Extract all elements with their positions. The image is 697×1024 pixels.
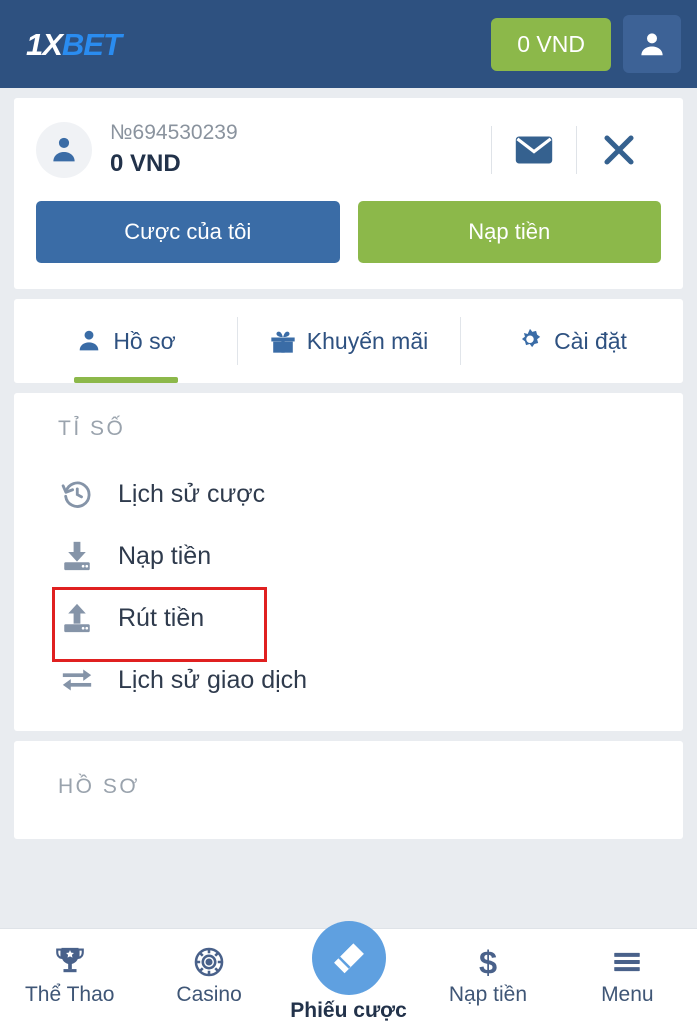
hamburger-icon	[610, 939, 644, 979]
nav-item-label: Thể Thao	[24, 983, 115, 1006]
tab-settings-label: Cài đặt	[554, 327, 627, 354]
dollar-icon: $	[471, 939, 505, 979]
account-text-group: №694530239 0 VND	[110, 120, 238, 179]
menu-item-label: Lịch sử giao dịch	[118, 665, 308, 694]
account-actions	[491, 125, 661, 174]
menu-item-withdraw[interactable]: Rút tiền	[14, 587, 683, 663]
account-card: №694530239 0 VND Cược của tôi Nạp tiền	[14, 98, 683, 290]
tab-profile[interactable]: Hồ sơ	[14, 299, 237, 384]
nav-item-label: Nạp tiền	[448, 983, 528, 1006]
gear-icon	[522, 329, 541, 348]
nav-item-label: Casino	[176, 983, 242, 1006]
svg-text:$: $	[479, 945, 497, 979]
account-summary-row: №694530239 0 VND	[36, 120, 661, 179]
avatar	[36, 121, 92, 178]
menu-item-label: Lịch sử cược	[118, 479, 266, 508]
nav-item-menu[interactable]: Menu	[558, 939, 697, 1007]
envelope-icon	[515, 136, 553, 164]
header-balance-button[interactable]: 0 VND	[491, 17, 611, 71]
logo-bet-text: BET	[61, 26, 122, 62]
messages-button[interactable]	[492, 135, 576, 165]
close-button[interactable]	[577, 132, 661, 168]
download-icon	[58, 539, 96, 573]
nav-item-sports[interactable]: Thể Thao	[0, 939, 139, 1007]
tab-profile-label: Hồ sơ	[113, 327, 176, 354]
app-screen: 1XBET 0 VND №694530239 0 VND Cược của tô…	[0, 0, 697, 1024]
history-icon	[58, 477, 96, 511]
tab-bar: Hồ sơ Khuyến mãi Cài đặt	[14, 299, 683, 384]
header-right-group: 0 VND	[491, 15, 681, 73]
app-header: 1XBET 0 VND	[0, 0, 697, 88]
bottom-navigation: Thể Thao Casino Phiếu cược $ Nạp tiền Me…	[0, 921, 697, 1024]
nav-item-betslip[interactable]: Phiếu cược	[279, 921, 418, 1023]
casino-chip-icon	[192, 939, 226, 979]
brand-logo[interactable]: 1XBET	[26, 26, 122, 62]
tabs-card: Hồ sơ Khuyến mãi Cài đặt	[14, 299, 683, 384]
menu-item-label: Nạp tiền	[118, 541, 212, 570]
my-bets-button[interactable]: Cược của tôi	[36, 201, 340, 264]
profile-section-card: HỒ SƠ	[14, 741, 683, 840]
menu-item-label: Rút tiền	[118, 603, 205, 632]
close-icon	[604, 135, 634, 165]
user-icon	[641, 33, 663, 56]
nav-item-label: Phiếu cược	[290, 999, 407, 1022]
account-button-row: Cược của tôi Nạp tiền	[36, 201, 661, 264]
account-number: №694530239	[110, 121, 238, 144]
nav-item-label: Menu	[601, 983, 654, 1006]
header-account-button[interactable]	[623, 15, 681, 73]
upload-icon	[58, 601, 96, 635]
logo-1x-text: 1X	[26, 26, 63, 62]
menu-item-deposit[interactable]: Nạp tiền	[14, 525, 683, 587]
exchange-icon	[58, 663, 96, 697]
tab-promotions-label: Khuyến mãi	[306, 327, 429, 354]
gift-icon	[271, 332, 295, 354]
profile-section-label: HỒ SƠ	[58, 775, 140, 799]
trophy-icon	[53, 939, 87, 979]
account-balance: 0 VND	[110, 150, 181, 178]
betslip-ticket-icon	[333, 943, 364, 974]
user-avatar-icon	[53, 137, 75, 162]
menu-item-transaction-history[interactable]: Lịch sử giao dịch	[14, 649, 683, 711]
nav-item-casino[interactable]: Casino	[139, 939, 278, 1007]
menu-card: TỈ SỐ Lịch sử cược Nạp tiền Rút tiền Lịc…	[14, 393, 683, 732]
nav-item-deposit[interactable]: $ Nạp tiền	[418, 939, 557, 1007]
betslip-circle	[311, 921, 386, 995]
deposit-button[interactable]: Nạp tiền	[357, 201, 661, 264]
menu-section-label: TỈ SỐ	[58, 417, 126, 441]
menu-item-bet-history[interactable]: Lịch sử cược	[14, 463, 683, 525]
tab-settings[interactable]: Cài đặt	[460, 299, 683, 383]
tab-active-indicator	[73, 377, 178, 384]
user-icon	[79, 331, 99, 351]
tab-promotions[interactable]: Khuyến mãi	[237, 299, 460, 383]
